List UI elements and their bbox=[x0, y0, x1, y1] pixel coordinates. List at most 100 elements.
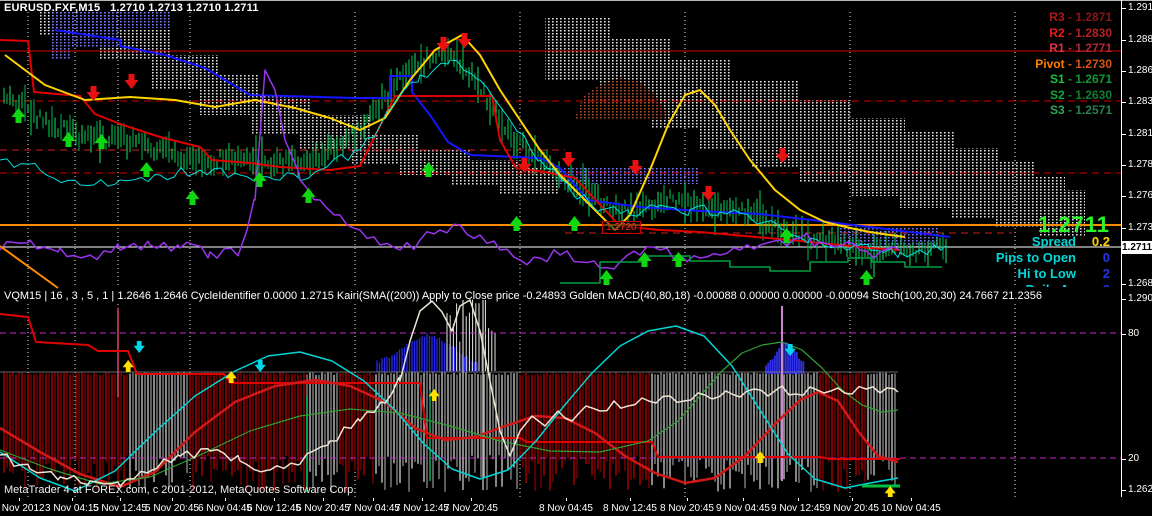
indicator-pane[interactable] bbox=[0, 300, 1122, 497]
current-price-tag: 1.2711 bbox=[1122, 241, 1152, 254]
series-channel-green bbox=[560, 256, 942, 283]
up-arrow-signal bbox=[860, 270, 874, 285]
time-axis-tick bbox=[172, 498, 173, 501]
pivot-legend-row: Pivot - 1.2730 bbox=[1035, 57, 1112, 71]
time-axis-tick bbox=[120, 498, 121, 501]
down-arrow-signal bbox=[125, 74, 139, 89]
time-axis-tick bbox=[274, 498, 275, 501]
price-axis-label: 1.2760 bbox=[1128, 190, 1152, 201]
time-axis-label: 8 Nov 20:45 bbox=[660, 503, 714, 514]
pivot-level-name: S3 bbox=[1050, 103, 1065, 117]
axis-tick bbox=[1122, 196, 1126, 197]
axis-tick bbox=[1122, 459, 1126, 460]
axis-tick bbox=[1122, 71, 1126, 72]
pivot-level-name: Pivot bbox=[1035, 57, 1064, 71]
time-axis-tick bbox=[471, 498, 472, 501]
price-label-box: 1.2720 bbox=[602, 221, 641, 234]
pivot-level-value: - 1.2671 bbox=[1065, 72, 1112, 86]
time-axis-label: 10 Nov 04:45 bbox=[881, 503, 941, 514]
up-arrow-signal bbox=[510, 216, 524, 231]
axis-tick bbox=[1122, 490, 1126, 491]
axis-tick bbox=[1122, 165, 1126, 166]
pivot-level-value: - 1.2871 bbox=[1065, 10, 1112, 24]
axis-tick bbox=[1122, 134, 1126, 135]
price-axis-label: 1.2735 bbox=[1128, 222, 1152, 233]
up-arrow-signal bbox=[755, 451, 766, 463]
time-axis-border bbox=[0, 0, 1152, 1]
watermark: MetaTrader 4 at FOREX.com, c 2001-2012, … bbox=[4, 484, 356, 496]
axis-tick bbox=[1122, 334, 1126, 335]
time-axis-label: 6 Nov 04:45 bbox=[198, 503, 252, 514]
time-axis-label: 7 Nov 20:45 bbox=[444, 503, 498, 514]
price-axis-label: 1.2835 bbox=[1128, 96, 1152, 107]
ichimoku-cloud bbox=[560, 168, 700, 184]
pivot-level-value: - 1.2830 bbox=[1065, 26, 1112, 40]
time-axis-tick bbox=[566, 498, 567, 501]
axis-tick bbox=[1122, 299, 1126, 300]
time-axis-tick bbox=[687, 498, 688, 501]
time-axis-label: 6 Nov 12:45 bbox=[247, 503, 301, 514]
time-axis-label: 9 Nov 20:45 bbox=[825, 503, 879, 514]
time-axis-label: 2 Nov 2012 bbox=[0, 503, 45, 514]
main-price-pane[interactable] bbox=[0, 12, 1122, 288]
time-axis-label: 8 Nov 12:45 bbox=[603, 503, 657, 514]
price-axis-label: 1.2810 bbox=[1128, 128, 1152, 139]
time-axis-label: 3 Nov 04:15 bbox=[45, 503, 99, 514]
up-arrow-signal bbox=[672, 252, 686, 267]
axis-tick bbox=[1122, 284, 1126, 285]
up-arrow-signal bbox=[302, 188, 316, 203]
time-axis[interactable]: 2 Nov 20123 Nov 04:155 Nov 12:455 Nov 20… bbox=[0, 498, 1152, 516]
pivot-level-value: - 1.2630 bbox=[1065, 88, 1112, 102]
pivot-legend-row: R3 - 1.2871 bbox=[1049, 10, 1112, 24]
axis-tick bbox=[1122, 102, 1126, 103]
symbol-label: EURUSD.FXF,M15 bbox=[4, 2, 100, 14]
axis-tick bbox=[1122, 228, 1126, 229]
pivot-level-value: - 1.2771 bbox=[1065, 41, 1112, 55]
series-trend-orange-diag bbox=[0, 246, 58, 288]
price-axis-label: 1.2629 bbox=[1128, 484, 1152, 495]
time-axis-label: 6 Nov 20:45 bbox=[296, 503, 350, 514]
pivot-legend-row: S1 - 1.2671 bbox=[1050, 72, 1112, 86]
pivot-level-name: R1 bbox=[1049, 41, 1064, 55]
up-arrow-signal bbox=[140, 162, 154, 177]
chart-canvas[interactable] bbox=[0, 0, 1122, 497]
pivot-level-value: - 1.2571 bbox=[1065, 103, 1112, 117]
pivot-level-name: S1 bbox=[1050, 72, 1065, 86]
time-axis-tick bbox=[798, 498, 799, 501]
up-arrow-signal bbox=[885, 486, 896, 497]
ohlc-label: 1.2710 1.2713 1.2710 1.2711 bbox=[110, 2, 259, 14]
time-axis-label: 9 Nov 04:45 bbox=[716, 503, 770, 514]
time-axis-label: 5 Nov 12:45 bbox=[93, 503, 147, 514]
up-arrow-signal bbox=[253, 172, 267, 187]
time-axis-label: 5 Nov 20:45 bbox=[145, 503, 199, 514]
pivot-legend-row: R1 - 1.2771 bbox=[1049, 41, 1112, 55]
up-arrow-signal bbox=[186, 190, 200, 205]
pivot-level-name: R2 bbox=[1049, 26, 1064, 40]
time-axis-tick bbox=[19, 498, 20, 501]
time-axis-tick bbox=[852, 498, 853, 501]
time-axis-label: 7 Nov 12:45 bbox=[395, 503, 449, 514]
up-arrow-signal bbox=[600, 270, 614, 285]
time-axis-tick bbox=[72, 498, 73, 501]
indicator-header: VQM15 | 16 , 3 , 5 , 1 | 1.2646 1.2646 C… bbox=[4, 290, 1114, 302]
price-axis-label: 1.2902 bbox=[1128, 293, 1152, 304]
time-axis-label: 9 Nov 12:45 bbox=[771, 503, 825, 514]
mt4-terminal: EURUSD.FXF,M15 1.2710 1.2713 1.2710 1.27… bbox=[0, 0, 1152, 516]
time-axis-tick bbox=[911, 498, 912, 501]
pivot-level-name: R3 bbox=[1049, 10, 1064, 24]
up-arrow-signal bbox=[12, 108, 26, 123]
price-axis-label: 80 bbox=[1128, 328, 1139, 339]
time-axis-tick bbox=[373, 498, 374, 501]
time-axis-label: 8 Nov 04:45 bbox=[539, 503, 593, 514]
time-axis-label: 7 Nov 04:45 bbox=[346, 503, 400, 514]
pivot-level-name: S2 bbox=[1050, 88, 1065, 102]
pivot-legend-row: S2 - 1.2630 bbox=[1050, 88, 1112, 102]
time-axis-tick bbox=[323, 498, 324, 501]
time-axis-tick bbox=[743, 498, 744, 501]
down-arrow-signal bbox=[134, 341, 145, 353]
up-arrow-signal bbox=[568, 216, 582, 231]
time-axis-tick bbox=[225, 498, 226, 501]
price-axis-label: 1.2685 bbox=[1128, 278, 1152, 289]
pivot-level-value: - 1.2730 bbox=[1065, 57, 1112, 71]
down-arrow-signal bbox=[562, 152, 576, 167]
